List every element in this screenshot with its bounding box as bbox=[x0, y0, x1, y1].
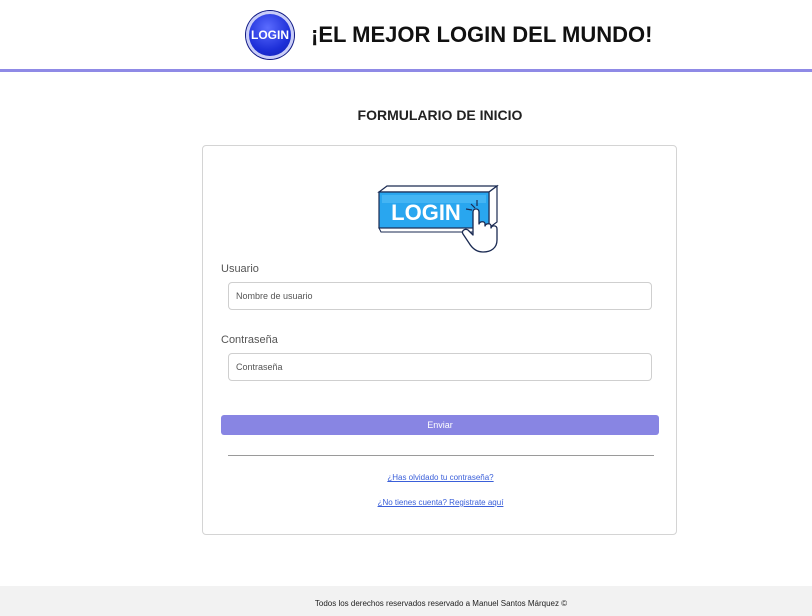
login-form-card: LOGIN Usuario Contraseña Enviar ¿Has olv… bbox=[202, 145, 677, 535]
site-title: ¡EL MEJOR LOGIN DEL MUNDO! bbox=[311, 22, 653, 47]
header-logo-text: LOGIN bbox=[251, 28, 289, 42]
forgot-password-link[interactable]: ¿Has olvidado tu contraseña? bbox=[203, 473, 678, 482]
register-link[interactable]: ¿No tienes cuenta? Registrate aquí bbox=[203, 498, 678, 507]
form-heading: FORMULARIO DE INICIO bbox=[357, 107, 523, 123]
illustration-label: LOGIN bbox=[391, 200, 461, 225]
divider bbox=[228, 455, 654, 456]
page: LOGIN ¡EL MEJOR LOGIN DEL MUNDO! FORMULA… bbox=[0, 0, 812, 616]
site-header: LOGIN ¡EL MEJOR LOGIN DEL MUNDO! bbox=[0, 0, 812, 72]
copyright-text: Todos los derechos reservados reservado … bbox=[314, 599, 568, 608]
username-label: Usuario bbox=[221, 263, 259, 275]
login-logo-icon: LOGIN bbox=[246, 11, 294, 59]
site-footer: Todos los derechos reservados reservado … bbox=[0, 586, 812, 616]
login-button-illustration-icon: LOGIN bbox=[377, 184, 499, 253]
password-input[interactable] bbox=[228, 353, 652, 381]
username-input[interactable] bbox=[228, 282, 652, 310]
submit-button[interactable]: Enviar bbox=[221, 415, 659, 435]
password-label: Contraseña bbox=[221, 334, 278, 346]
